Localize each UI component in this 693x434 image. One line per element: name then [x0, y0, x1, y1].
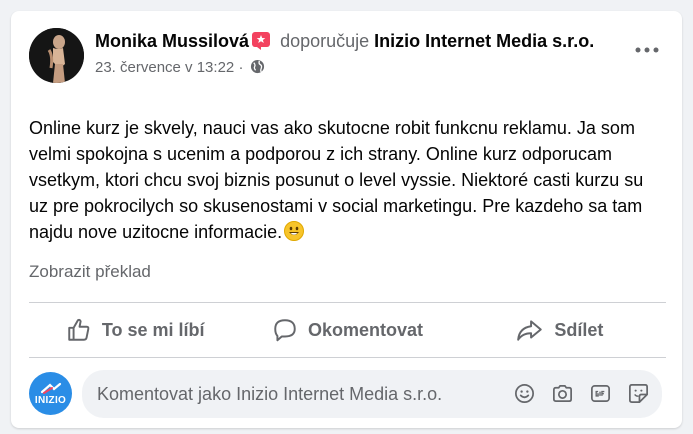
gif-icon[interactable]	[589, 382, 612, 405]
action-bar: To se mi líbí Okomentovat Sdílet	[29, 303, 666, 357]
recommends-verb: doporučuje	[280, 31, 370, 51]
more-options-button[interactable]	[630, 39, 664, 59]
like-button[interactable]: To se mi líbí	[29, 310, 241, 350]
post-text: Online kurz je skvely, nauci vas ako sku…	[29, 118, 644, 242]
share-button[interactable]: Sdílet	[454, 310, 666, 350]
smiley-emoji-icon	[284, 221, 305, 241]
comment-composer: INIZIO	[29, 368, 666, 418]
review-post-card: Monika Mussilová doporučuje Inizio Inter…	[11, 11, 682, 428]
share-label: Sdílet	[554, 319, 604, 340]
page-avatar-text: INIZIO	[34, 394, 67, 406]
like-label: To se mi líbí	[101, 319, 205, 340]
author-avatar[interactable]	[29, 28, 84, 83]
author-name[interactable]: Monika Mussilová	[95, 31, 249, 51]
share-arrow-icon	[517, 320, 543, 341]
inizio-logo-icon	[40, 382, 61, 394]
more-dots-icon	[635, 40, 659, 58]
divider-bottom	[29, 357, 666, 358]
comment-label: Okomentovat	[307, 319, 423, 340]
recommendation-star-icon	[251, 31, 271, 50]
camera-icon[interactable]	[551, 382, 574, 405]
timestamp[interactable]: 23. července v 13:22	[95, 59, 234, 76]
post-meta: 23. července v 13:22 ·	[95, 58, 595, 78]
smiley-icon[interactable]	[513, 382, 536, 405]
comment-bubble-icon	[274, 319, 296, 342]
globe-icon[interactable]	[250, 59, 265, 74]
see-translation-link[interactable]: Zobrazit překlad	[29, 262, 151, 282]
meta-separator: ·	[238, 59, 244, 76]
post-header: Monika Mussilová doporučuje Inizio Inter…	[95, 28, 595, 78]
comment-input[interactable]	[97, 383, 507, 405]
headline: Monika Mussilová doporučuje Inizio Inter…	[95, 28, 595, 54]
post-body: Online kurz je skvely, nauci vas ako sku…	[29, 115, 659, 245]
sticker-icon[interactable]	[627, 382, 650, 405]
page-avatar[interactable]: INIZIO	[29, 372, 72, 415]
comment-box[interactable]	[82, 370, 662, 418]
thumbs-up-icon	[68, 318, 90, 341]
page-name-link[interactable]: Inizio Internet Media s.r.o.	[374, 31, 594, 51]
comment-tools	[513, 382, 650, 405]
comment-button[interactable]: Okomentovat	[241, 310, 453, 350]
